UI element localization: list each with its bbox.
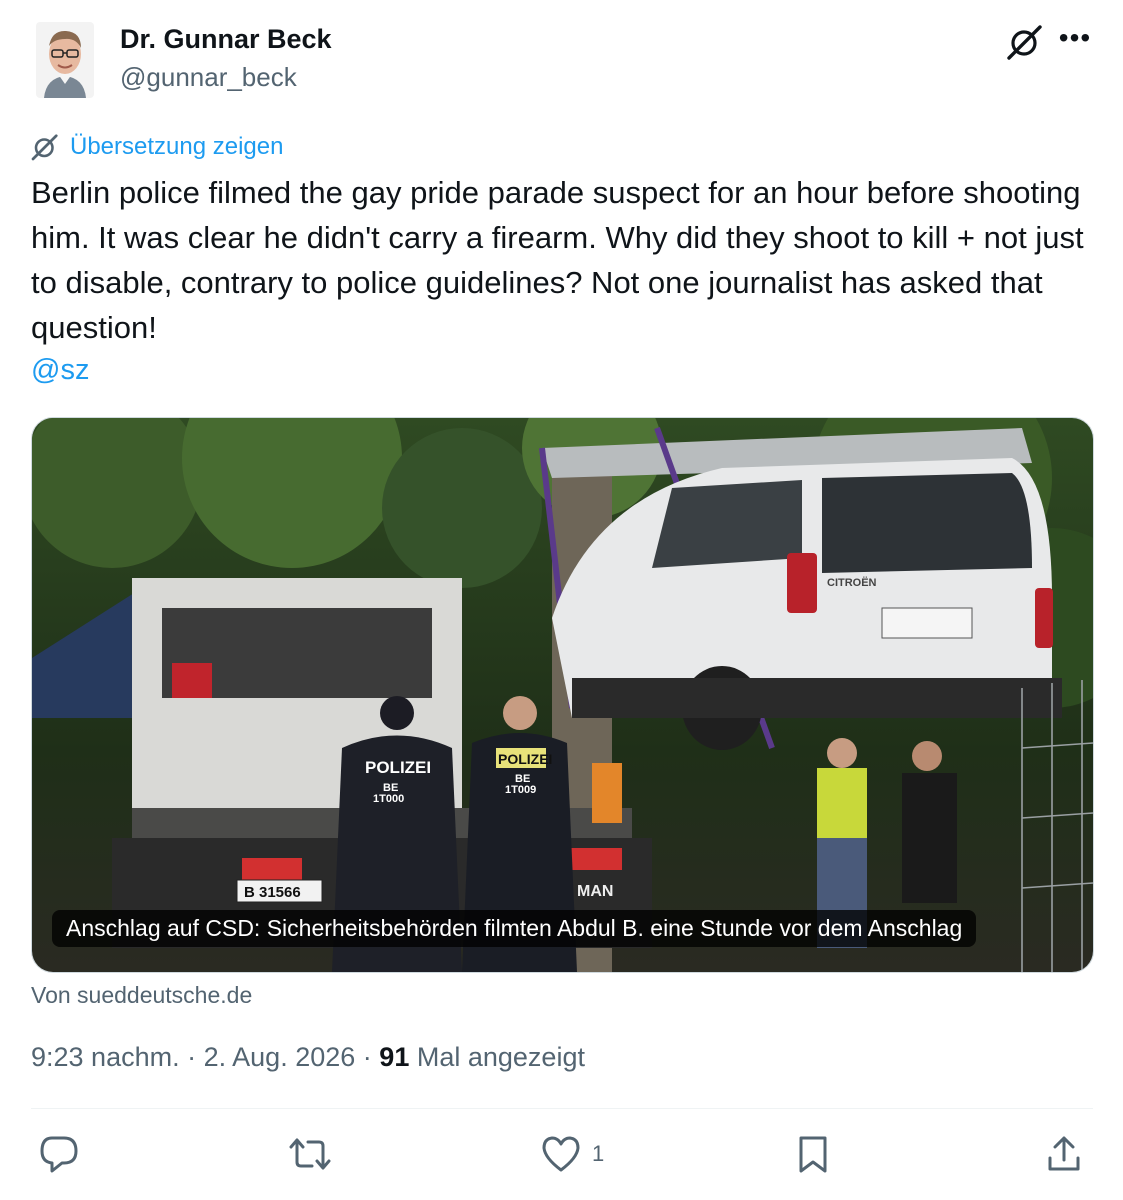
share-button[interactable] [1045, 1134, 1083, 1174]
mention-link[interactable]: @sz [31, 354, 89, 387]
retweet-icon [289, 1138, 331, 1170]
translate-link[interactable]: Übersetzung zeigen [30, 130, 283, 164]
divider [31, 1108, 1093, 1109]
tweet-meta: 9:23 nachm. · 2. Aug. 2026 · 91 Mal ange… [31, 1042, 585, 1073]
author-name[interactable]: Dr. Gunnar Beck [120, 24, 332, 55]
retweet-button[interactable] [288, 1134, 332, 1174]
translate-label[interactable]: Übersetzung zeigen [70, 133, 283, 161]
card-caption: Anschlag auf CSD: Sicherheitsbehörden fi… [52, 910, 977, 947]
grok-icon [31, 134, 58, 161]
police-2-id-b: 1T009 [505, 784, 536, 796]
police-1-id-b: 1T000 [373, 793, 404, 805]
like-button[interactable]: 1 [540, 1134, 604, 1174]
reply-icon [40, 1136, 78, 1173]
tweet-text: Berlin police filmed the gay pride parad… [31, 175, 1084, 345]
bookmark-icon [799, 1136, 827, 1173]
truck-brand-text: MAN [577, 883, 613, 900]
avatar[interactable] [36, 22, 94, 98]
grok-icon[interactable] [1005, 22, 1045, 62]
share-icon [1048, 1136, 1080, 1171]
tweet-date[interactable]: 2. Aug. 2026 [204, 1042, 356, 1072]
views-label: Mal angezeigt [416, 1042, 585, 1072]
bookmark-button[interactable] [796, 1134, 830, 1174]
meta-separator: · [187, 1042, 197, 1072]
card-source[interactable]: Von sueddeutsche.de [31, 982, 252, 1009]
reply-button[interactable] [38, 1134, 80, 1174]
police-1-text: POLIZEI [365, 758, 431, 777]
more-button[interactable]: ••• [1057, 24, 1093, 56]
meta-separator: · [362, 1042, 372, 1072]
like-count: 1 [592, 1141, 605, 1166]
heart-icon [542, 1136, 580, 1172]
van-brand-text: CITROËN [827, 576, 877, 589]
author-handle[interactable]: @gunnar_beck [120, 62, 297, 93]
tweet-time[interactable]: 9:23 nachm. [31, 1042, 180, 1072]
news-photo: B 31566 MAN CITROËN POLIZEI BE 1T000 POL… [32, 418, 1093, 972]
views-count: 91 [379, 1042, 410, 1072]
profile-photo [36, 22, 94, 98]
plate-text: B 31566 [244, 884, 301, 901]
police-2-text: POLIZEI [498, 751, 552, 767]
link-card-image[interactable]: B 31566 MAN CITROËN POLIZEI BE 1T000 POL… [31, 417, 1094, 973]
